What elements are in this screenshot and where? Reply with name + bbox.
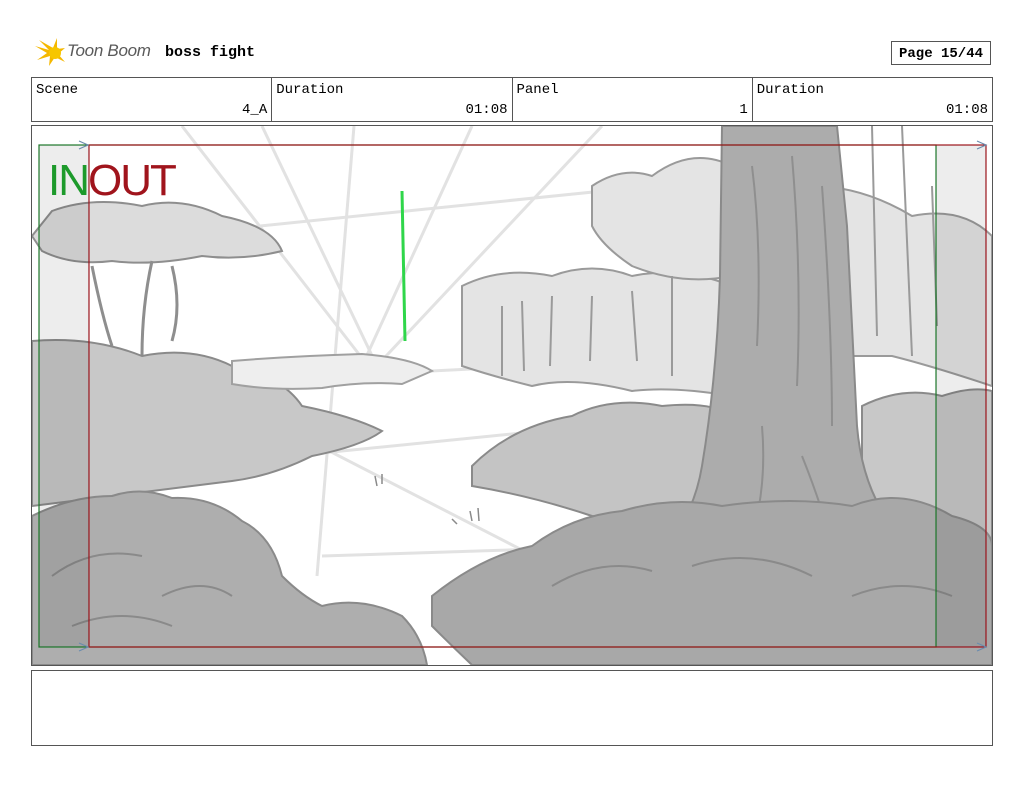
info-row: Scene 4_A Duration 01:08 Panel 1 Duratio… xyxy=(31,77,993,122)
panel-duration-label: Duration xyxy=(756,82,824,98)
out-label: OUT xyxy=(88,156,177,205)
starburst-icon xyxy=(35,38,65,66)
out-region-shade xyxy=(936,145,986,647)
panel-duration-cell: Duration 01:08 xyxy=(753,78,992,121)
panel-notes xyxy=(31,670,993,746)
scene-duration-value: 01:08 xyxy=(465,102,508,118)
green-guide-line xyxy=(400,190,407,342)
panel-value: 1 xyxy=(739,102,748,118)
forest-sketch xyxy=(32,126,992,665)
scene-duration-cell: Duration 01:08 xyxy=(272,78,513,121)
logo-text: Toon Boom xyxy=(67,41,151,60)
in-out-labels: INOUT xyxy=(48,156,177,205)
scene-value: 4_A xyxy=(242,102,268,118)
foreground-left-bush xyxy=(32,490,429,665)
scene-cell: Scene 4_A xyxy=(32,78,273,121)
panel-label: Panel xyxy=(516,82,559,98)
storyboard-panel: INOUT xyxy=(31,125,993,666)
page-indicator: Page 15/44 xyxy=(891,41,991,65)
scene-label: Scene xyxy=(36,82,79,98)
scene-duration-label: Duration xyxy=(276,82,344,98)
panel-duration-value: 01:08 xyxy=(945,102,988,118)
in-region-shade xyxy=(39,145,89,647)
toon-boom-logo: Toon Boom xyxy=(33,38,158,68)
panel-cell: Panel 1 xyxy=(513,78,753,121)
foreground-right-bush xyxy=(431,497,992,665)
project-title: boss fight xyxy=(165,44,256,61)
in-label: IN xyxy=(48,156,90,205)
